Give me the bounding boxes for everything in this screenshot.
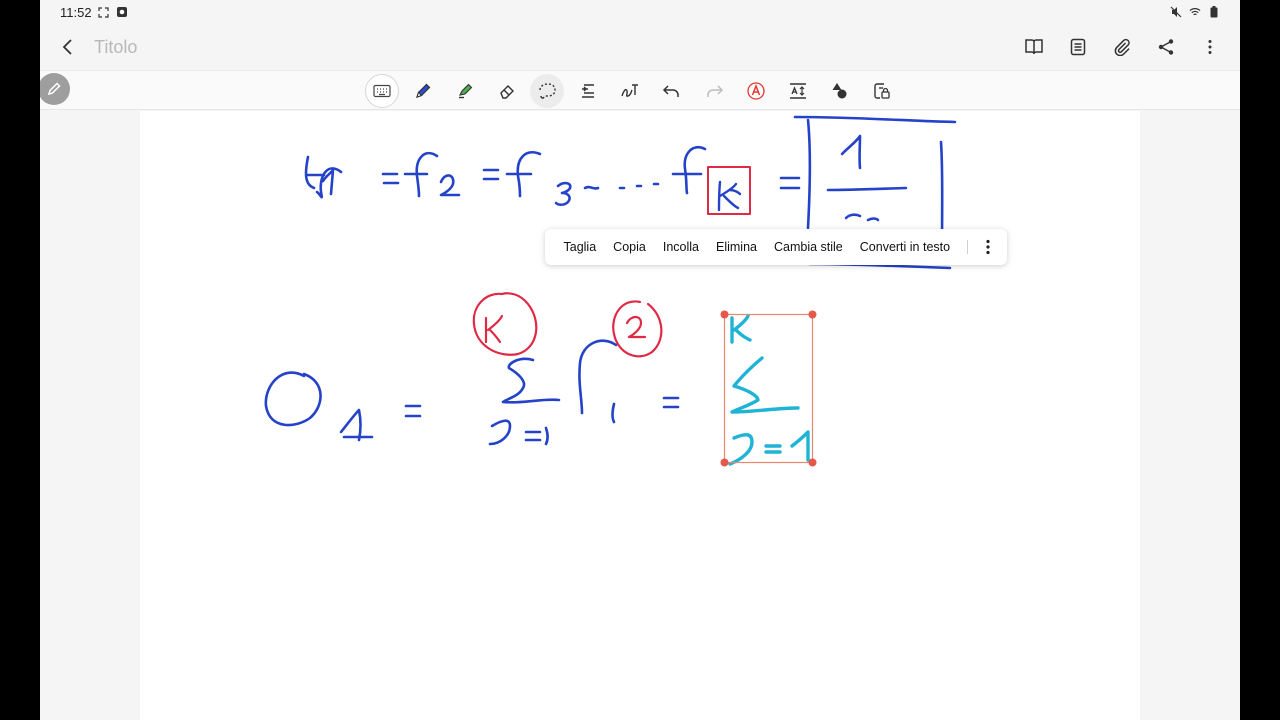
read-only-button[interactable] — [863, 74, 900, 108]
change-style-menu-item[interactable]: Cambia stile — [765, 240, 851, 254]
pen-icon — [415, 83, 430, 98]
note-canvas[interactable] — [140, 111, 1140, 720]
highlighter-tool-button[interactable] — [446, 74, 483, 108]
paste-menu-item[interactable]: Incolla — [654, 240, 707, 254]
status-time: 11:52 — [60, 4, 92, 20]
note-title[interactable]: Titolo — [94, 37, 137, 58]
text-size-button[interactable] — [779, 74, 816, 108]
text-align-icon — [581, 84, 594, 98]
wifi-icon — [1189, 6, 1201, 18]
status-bar: 11:52 — [40, 0, 1240, 24]
text-recognition-button[interactable] — [737, 74, 774, 108]
mute-icon — [1170, 6, 1182, 18]
redo-button[interactable] — [695, 74, 732, 108]
eraser-tool-button[interactable] — [488, 74, 525, 108]
share-icon — [1158, 39, 1174, 55]
screen-record-icon — [98, 6, 110, 18]
undo-button[interactable] — [653, 74, 690, 108]
shapes-icon — [832, 83, 846, 99]
undo-icon — [662, 85, 679, 97]
eraser-icon — [499, 85, 514, 99]
app-bar: Titolo — [40, 24, 1240, 70]
pen-mode-button[interactable] — [40, 73, 70, 105]
shapes-button[interactable] — [821, 74, 858, 108]
highlighter-icon — [458, 83, 472, 99]
chevron-left-icon — [62, 39, 72, 55]
book-view-button[interactable] — [1018, 31, 1050, 63]
convert-to-text-menu-item[interactable]: Converti in testo — [851, 240, 958, 254]
handwriting-to-text-button[interactable] — [611, 74, 648, 108]
screen: 11:52 Titolo Taglia Copia Incolla Elimin… — [40, 0, 1240, 720]
kebab-menu-icon — [985, 239, 990, 255]
keyboard-icon — [373, 84, 391, 98]
drawing-toolbar — [40, 70, 1240, 110]
book-icon — [1025, 39, 1043, 55]
camera-icon — [116, 6, 128, 18]
lasso-tool-button[interactable] — [530, 74, 564, 108]
redo-icon — [706, 85, 723, 97]
text-recognition-icon — [746, 82, 765, 100]
attach-button[interactable] — [1106, 31, 1138, 63]
share-button[interactable] — [1150, 31, 1182, 63]
cut-menu-item[interactable]: Taglia — [555, 240, 605, 254]
document-icon — [1070, 38, 1086, 56]
handwriting-to-text-icon — [620, 84, 638, 97]
more-options-button[interactable] — [1194, 31, 1226, 63]
read-only-lock-icon — [873, 83, 890, 99]
delete-menu-item[interactable]: Elimina — [707, 240, 765, 254]
pen-tool-button[interactable] — [404, 74, 441, 108]
pencil-icon — [47, 82, 61, 96]
paperclip-icon — [1114, 38, 1130, 56]
selection-context-menu: Taglia Copia Incolla Elimina Cambia stil… — [545, 229, 1007, 265]
menu-divider — [966, 240, 968, 254]
lasso-icon — [539, 83, 556, 99]
battery-icon — [1208, 6, 1220, 18]
back-button[interactable] — [54, 33, 82, 61]
kebab-menu-icon — [1208, 40, 1212, 54]
text-align-button[interactable] — [569, 74, 606, 108]
text-size-icon — [789, 83, 806, 99]
copy-menu-item[interactable]: Copia — [605, 240, 655, 254]
keyboard-button[interactable] — [365, 74, 399, 108]
page-layout-button[interactable] — [1062, 31, 1094, 63]
context-more-button[interactable] — [976, 233, 1000, 261]
